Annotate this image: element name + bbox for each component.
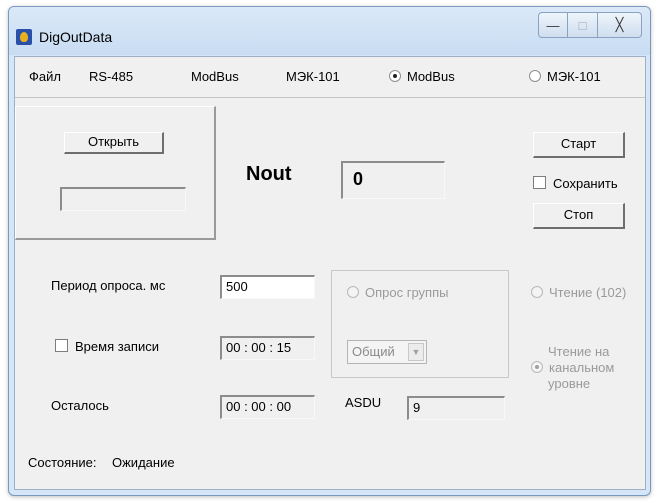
chevron-down-icon[interactable]: ▼ xyxy=(408,343,424,361)
window-title: DigOutData xyxy=(39,29,113,45)
save-label: Сохранить xyxy=(553,176,618,191)
status-value: Ожидание xyxy=(112,455,175,470)
app-window: DigOutData — □ ╳ Файл RS-485 ModBus МЭК-… xyxy=(8,6,651,496)
nout-label: Nout xyxy=(246,163,292,185)
remaining-label: Осталось xyxy=(51,398,109,413)
title-bar[interactable]: DigOutData — □ ╳ xyxy=(9,7,650,55)
radio-selected-icon xyxy=(531,361,543,373)
stop-button[interactable]: Стоп xyxy=(533,203,625,229)
minimize-button[interactable]: — xyxy=(538,12,568,38)
asdu-label: ASDU xyxy=(345,395,382,410)
caption-buttons: — □ ╳ xyxy=(538,12,642,38)
poll-period-label: Период опроса. мс xyxy=(51,278,166,293)
poll-period-input[interactable]: 500 xyxy=(220,275,315,299)
radio-unselected-icon xyxy=(529,70,541,82)
asdu-field[interactable]: 9 xyxy=(407,396,505,420)
radio-mek101-label: МЭК-101 xyxy=(547,69,601,84)
group-poll-radio[interactable]: Опрос группы xyxy=(347,285,448,300)
radio-unselected-icon xyxy=(347,286,359,298)
record-time-checkbox[interactable]: Время записи xyxy=(55,339,159,354)
checkbox-icon xyxy=(533,176,546,189)
radio-modbus[interactable]: ModBus xyxy=(389,69,455,84)
menu-mek101[interactable]: МЭК-101 xyxy=(286,69,340,84)
record-time-field[interactable]: 00 : 00 : 15 xyxy=(220,336,315,360)
group-combo-value: Общий xyxy=(352,344,395,359)
radio-selected-icon xyxy=(389,70,401,82)
read-channel-radio[interactable]: Чтение на канальном уровне xyxy=(531,344,614,392)
open-panel xyxy=(15,106,216,240)
save-checkbox[interactable]: Сохранить xyxy=(533,176,618,191)
client-area: Файл RS-485 ModBus МЭК-101 ModBus МЭК-10… xyxy=(14,56,646,490)
record-time-label: Время записи xyxy=(75,339,159,354)
read-102-radio[interactable]: Чтение (102) xyxy=(531,285,626,300)
radio-mek101[interactable]: МЭК-101 xyxy=(529,69,601,84)
menu-modbus[interactable]: ModBus xyxy=(191,69,239,84)
maximize-button[interactable]: □ xyxy=(568,12,598,38)
menu-rs485[interactable]: RS-485 xyxy=(89,69,133,84)
close-button[interactable]: ╳ xyxy=(598,12,642,38)
start-button[interactable]: Старт xyxy=(533,132,625,158)
read-channel-line-2: канальном xyxy=(531,360,614,376)
menu-bar: Файл RS-485 ModBus МЭК-101 ModBus МЭК-10… xyxy=(15,57,645,98)
radio-modbus-label: ModBus xyxy=(407,69,455,84)
file-path-field[interactable] xyxy=(60,187,186,211)
read-channel-label-1: Чтение на xyxy=(548,344,610,359)
maximize-icon: □ xyxy=(578,17,587,33)
read-channel-label-2: канальном xyxy=(549,360,615,375)
status-label: Состояние: xyxy=(28,455,97,470)
close-icon: ╳ xyxy=(615,17,624,32)
checkbox-icon xyxy=(55,339,68,352)
group-combo[interactable]: Общий ▼ xyxy=(347,340,427,364)
nout-value: 0 xyxy=(341,161,445,199)
read-channel-label-3: уровне xyxy=(548,376,591,391)
minimize-icon: — xyxy=(546,17,560,33)
read-102-label: Чтение (102) xyxy=(549,285,627,300)
radio-unselected-icon xyxy=(531,286,543,298)
app-icon[interactable] xyxy=(16,29,32,45)
menu-file[interactable]: Файл xyxy=(29,69,61,84)
open-button[interactable]: Открыть xyxy=(64,132,164,154)
group-poll-label: Опрос группы xyxy=(365,285,449,300)
remaining-field: 00 : 00 : 00 xyxy=(220,395,315,419)
